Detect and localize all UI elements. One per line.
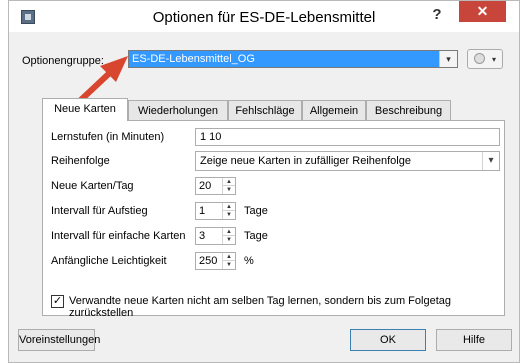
annotation-arrow (65, 56, 128, 115)
tab-new-cards[interactable]: Neue Karten (42, 98, 128, 121)
